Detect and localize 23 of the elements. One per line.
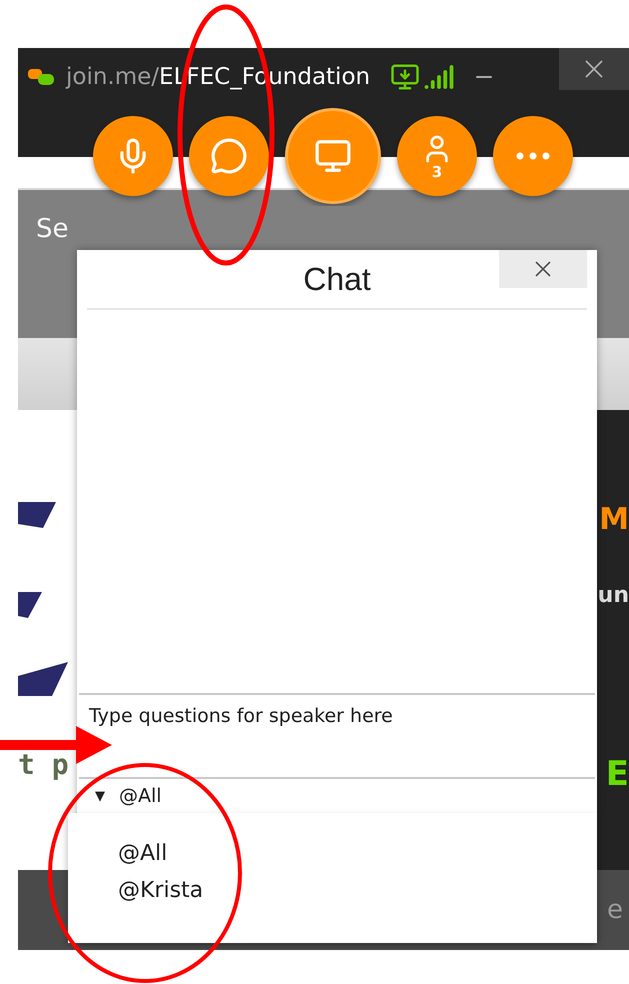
page-text: t p bbox=[18, 748, 70, 781]
more-button[interactable] bbox=[493, 116, 573, 196]
recipient-option[interactable]: @Krista bbox=[68, 878, 204, 903]
page-text: M bbox=[599, 505, 629, 535]
chat-button[interactable] bbox=[189, 116, 269, 196]
mic-button[interactable] bbox=[93, 116, 173, 196]
graphic-shape bbox=[18, 662, 68, 696]
page-text: E bbox=[606, 757, 629, 791]
close-button[interactable] bbox=[559, 48, 629, 90]
dots-icon bbox=[516, 152, 550, 160]
signal-icon bbox=[424, 62, 454, 92]
page-text: e bbox=[607, 895, 623, 925]
screen-download-icon[interactable] bbox=[390, 62, 420, 92]
graphic-shape bbox=[18, 592, 42, 618]
recipient-option[interactable]: @All bbox=[68, 841, 168, 866]
recipient-dropdown[interactable]: ▼ @All bbox=[77, 779, 597, 813]
dialog-title: Chat bbox=[303, 260, 371, 298]
logo-icon bbox=[28, 68, 56, 86]
settings-text: Se bbox=[36, 214, 68, 244]
graphic-shape bbox=[18, 502, 56, 528]
speech-bubble-icon bbox=[210, 137, 248, 175]
monitor-icon bbox=[314, 137, 352, 175]
page-text: un bbox=[598, 585, 629, 607]
